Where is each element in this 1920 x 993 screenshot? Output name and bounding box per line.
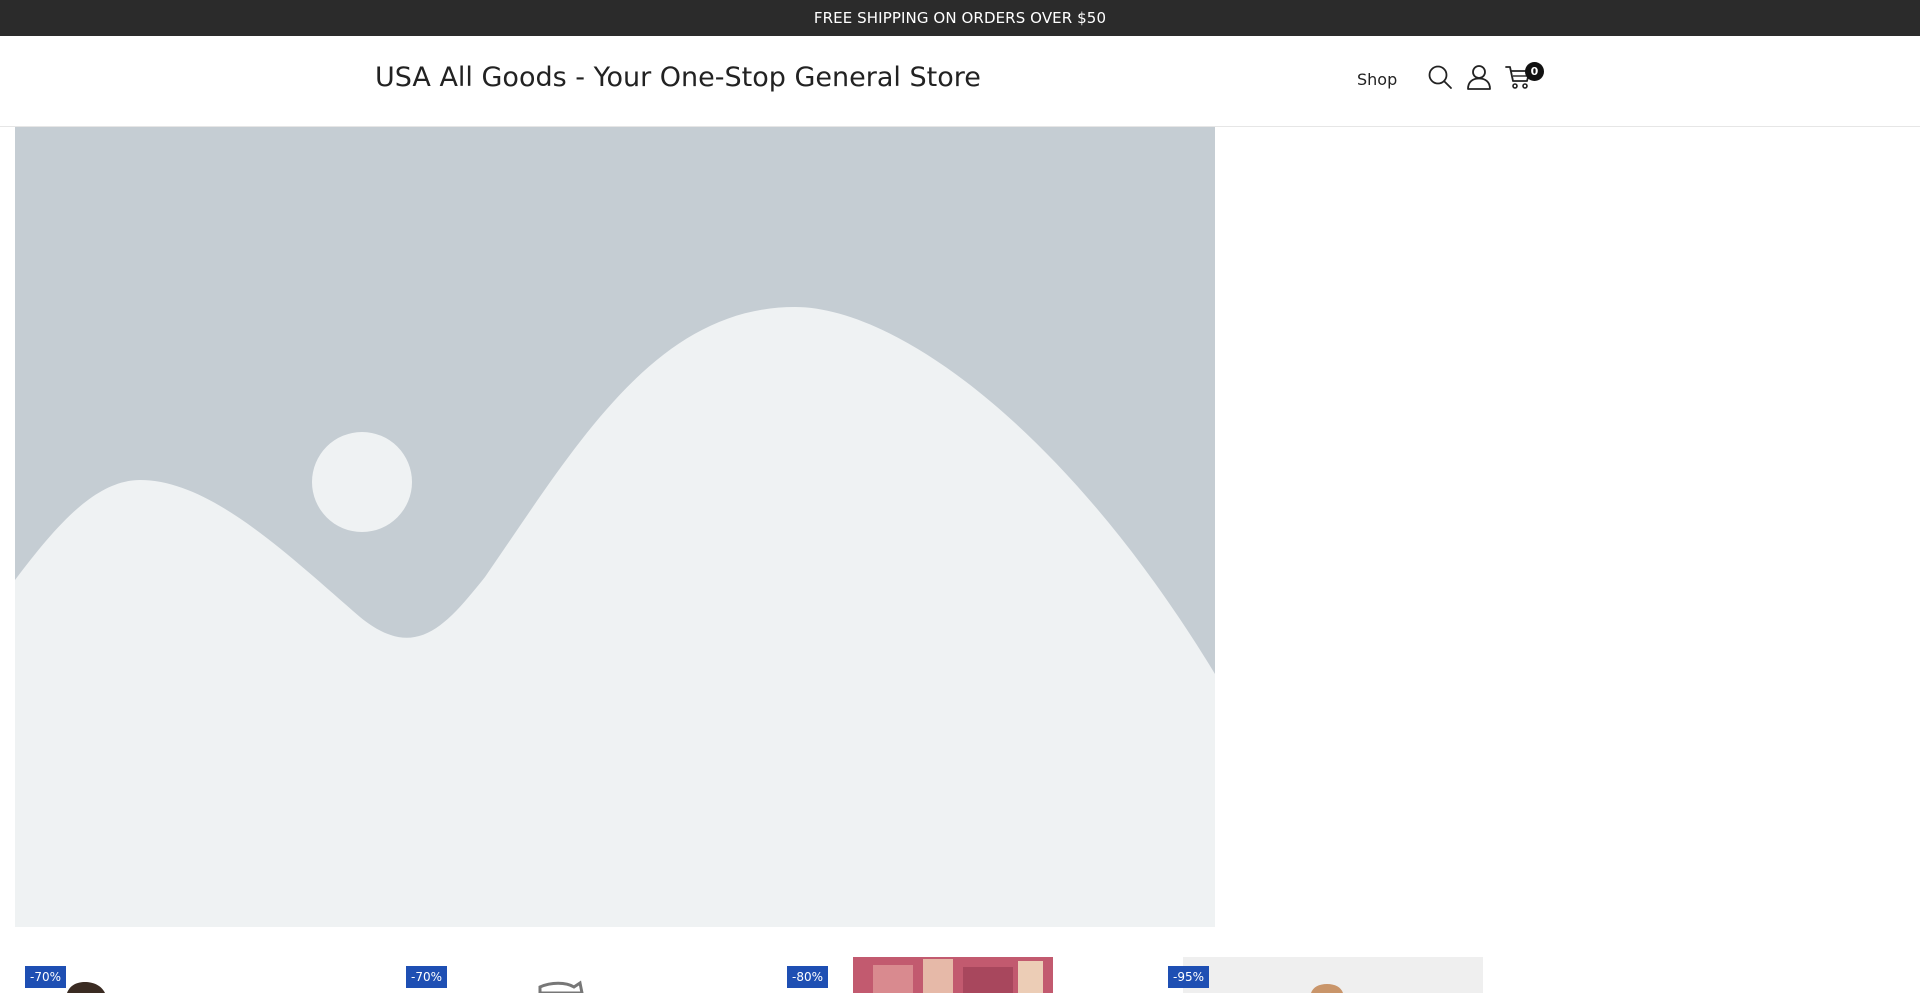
hero-banner[interactable] [15,127,1215,927]
site-header: USA All Goods - Your One-Stop General St… [0,36,1920,127]
sale-badge: -95% [1168,966,1210,988]
product-image[interactable] [853,957,1053,993]
sale-badge: -70% [25,966,67,988]
product-grid: -70% -70% -80% -95% [0,957,1920,993]
sale-badge: -70% [406,966,448,988]
product-card[interactable]: -70% [396,957,771,993]
announcement-text: FREE SHIPPING ON ORDERS OVER $50 [813,9,1107,27]
site-title[interactable]: USA All Goods - Your One-Stop General St… [375,62,981,93]
product-image[interactable] [1183,957,1483,993]
account-button[interactable] [1464,62,1494,92]
cart-count-badge: 0 [1525,62,1544,81]
search-button[interactable] [1425,62,1455,92]
sale-badge: -80% [787,966,829,988]
placeholder-image-icon [15,127,1215,927]
product-card[interactable]: -95% [1158,957,1533,993]
announcement-bar: FREE SHIPPING ON ORDERS OVER $50 [0,0,1920,36]
search-icon [1428,65,1452,89]
product-image[interactable] [15,957,390,993]
product-card[interactable]: -80% [777,957,1152,993]
account-icon [1467,65,1491,90]
product-card[interactable]: -70% [15,957,390,993]
product-image[interactable] [396,957,771,993]
nav-link-shop[interactable]: Shop [1357,70,1397,89]
